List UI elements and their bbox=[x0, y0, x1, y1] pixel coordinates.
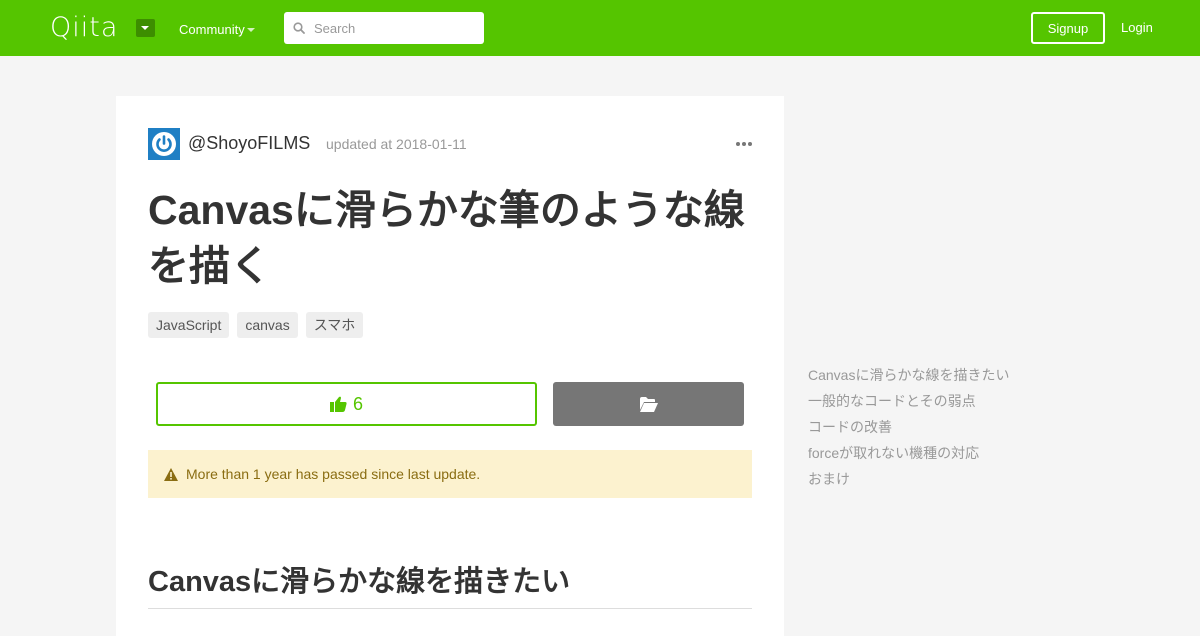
author-avatar[interactable] bbox=[148, 128, 180, 160]
tag-smartphone[interactable]: スマホ bbox=[305, 312, 364, 338]
signup-button[interactable]: Signup bbox=[1031, 12, 1105, 44]
section-heading: Canvasに滑らかな線を描きたい bbox=[148, 562, 752, 609]
tag-list: JavaScript canvas スマホ bbox=[148, 312, 364, 338]
logo-dropdown-button[interactable] bbox=[136, 19, 155, 37]
search-box[interactable] bbox=[284, 12, 484, 44]
toc-item[interactable]: Canvasに滑らかな線を描きたい bbox=[808, 362, 1009, 388]
tag-canvas[interactable]: canvas bbox=[237, 312, 298, 338]
qiita-logo[interactable]: Qiita bbox=[50, 12, 118, 44]
article-card: @ShoyoFILMS updated at 2018-01-11 Canvas… bbox=[116, 96, 784, 636]
chevron-down-icon[interactable] bbox=[247, 28, 255, 32]
toc-item[interactable]: 一般的なコードとその弱点 bbox=[808, 388, 1009, 414]
thumbs-up-icon bbox=[329, 396, 347, 412]
table-of-contents: Canvasに滑らかな線を描きたい 一般的なコードとその弱点 コードの改善 fo… bbox=[808, 362, 1009, 492]
search-input[interactable] bbox=[314, 12, 479, 44]
article-title: Canvasに滑らかな筆のような線を描く bbox=[148, 187, 745, 289]
author-name[interactable]: @ShoyoFILMS bbox=[188, 133, 310, 154]
toc-item[interactable]: おまけ bbox=[808, 466, 1009, 492]
toc-item[interactable]: コードの改善 bbox=[808, 414, 1009, 440]
login-link[interactable]: Login bbox=[1121, 20, 1153, 35]
power-icon bbox=[152, 132, 176, 156]
updated-date: updated at 2018-01-11 bbox=[326, 136, 467, 152]
like-count: 6 bbox=[352, 393, 363, 414]
like-button[interactable]: 6 bbox=[156, 382, 537, 426]
tag-javascript[interactable]: JavaScript bbox=[148, 312, 230, 338]
search-icon bbox=[293, 22, 305, 34]
top-nav-bar: Qiita Community Signup Login bbox=[0, 0, 1200, 56]
alert-text: More than 1 year has passed since last u… bbox=[186, 466, 481, 482]
toc-item[interactable]: forceが取れない機種の対応 bbox=[808, 440, 1009, 466]
more-icon[interactable] bbox=[736, 142, 752, 146]
community-menu[interactable]: Community bbox=[179, 22, 245, 37]
folder-open-icon bbox=[639, 396, 658, 412]
stock-button[interactable] bbox=[553, 382, 744, 426]
outdated-alert: More than 1 year has passed since last u… bbox=[148, 450, 752, 498]
warning-icon bbox=[164, 467, 178, 481]
